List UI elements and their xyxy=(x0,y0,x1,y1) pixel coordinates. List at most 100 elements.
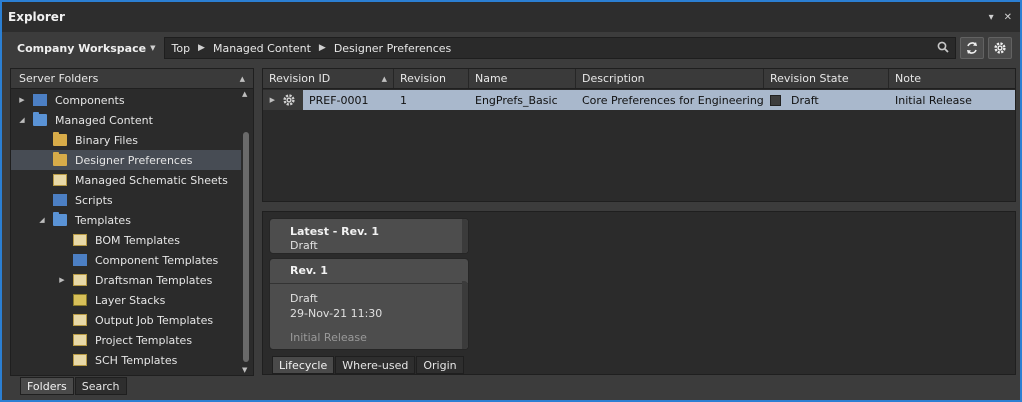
revision-card-note: Initial Release xyxy=(290,331,367,344)
tab-lifecycle[interactable]: Lifecycle xyxy=(272,356,335,374)
cell-revision-id: PREF-0001 xyxy=(309,93,369,107)
scrollbar-thumb[interactable] xyxy=(243,132,249,362)
chevron-down-icon: ▼ xyxy=(150,44,156,52)
lifecycle-view: Latest - Rev. 1 Draft Rev. 1 Draft 29-No… xyxy=(262,211,1016,375)
settings-button[interactable] xyxy=(988,37,1012,59)
card-edge xyxy=(462,219,468,253)
expand-icon[interactable]: ▶ xyxy=(17,96,27,104)
scripts-icon xyxy=(53,194,67,206)
tree-item[interactable]: Scripts xyxy=(11,190,241,210)
preferences-folder-icon xyxy=(53,152,67,166)
cell-revision-state: Draft xyxy=(764,90,889,110)
server-folders-header[interactable]: Server Folders ▲ xyxy=(11,69,253,89)
expand-icon[interactable]: ▶ xyxy=(57,276,67,284)
explorer-window: Explorer ▾ ✕ Company Workspace ▼ Top ▶ M… xyxy=(0,0,1022,402)
tree-item-label: Component Templates xyxy=(95,253,219,267)
breadcrumb-top[interactable]: Top xyxy=(171,42,190,55)
tab-where-used[interactable]: Where-used xyxy=(335,356,416,374)
tree-item[interactable]: Binary Files xyxy=(11,130,241,150)
bom-templates-icon xyxy=(73,234,87,246)
scroll-down-icon[interactable]: ▼ xyxy=(242,366,247,374)
column-revision-state[interactable]: Revision State xyxy=(764,69,889,88)
tree-item[interactable]: Output Job Templates xyxy=(11,310,241,330)
tree-item[interactable]: Component Templates xyxy=(11,250,241,270)
tree-item[interactable]: Layer Stacks xyxy=(11,290,241,310)
cell-description: Core Preferences for Engineering xyxy=(582,93,764,107)
toolbar: Company Workspace ▼ Top ▶ Managed Conten… xyxy=(2,32,1020,64)
tree-item[interactable]: BOM Templates xyxy=(11,230,241,250)
tree-item-label: Designer Preferences xyxy=(75,153,193,167)
latest-revision-state: Draft xyxy=(290,239,318,252)
revisions-grid: Revision ID ▲ Revision Name Description … xyxy=(262,68,1016,202)
state-label: Draft xyxy=(791,93,819,107)
column-label: Revision xyxy=(400,72,446,85)
tab-search[interactable]: Search xyxy=(74,377,127,395)
tree-item[interactable]: ▶ Draftsman Templates xyxy=(11,270,241,290)
collapse-icon[interactable]: ◢ xyxy=(37,216,47,224)
tree-item[interactable]: Managed Schematic Sheets xyxy=(11,170,241,190)
title-bar: Explorer ▾ ✕ xyxy=(2,2,1020,32)
chevron-right-icon: ▶ xyxy=(318,43,326,53)
tree-item-label: Managed Schematic Sheets xyxy=(75,173,228,187)
server-folders-panel: Server Folders ▲ ▶ Components ◢ Managed Con… xyxy=(10,68,254,376)
tree-item-label: BOM Templates xyxy=(95,233,180,247)
grid-header: Revision ID ▲ Revision Name Description … xyxy=(263,69,1015,89)
cell-revision: 1 xyxy=(400,93,407,107)
tree-item-label: Scripts xyxy=(75,193,113,207)
preferences-item-icon xyxy=(282,92,297,108)
revision-card-state: Draft xyxy=(290,292,318,305)
detail-view-tabs: Lifecycle Where-used Origin xyxy=(272,356,464,374)
tree-item[interactable]: Project Templates xyxy=(11,330,241,350)
folder-icon xyxy=(33,112,47,126)
breadcrumb[interactable]: Top ▶ Managed Content ▶ Designer Prefere… xyxy=(164,37,956,59)
cell-name: EngPrefs_Basic xyxy=(475,93,558,107)
tree-item[interactable]: ▶ Components xyxy=(11,90,241,110)
column-name[interactable]: Name xyxy=(469,69,576,88)
tree-item-label: Components xyxy=(55,93,125,107)
tree-item-label: Draftsman Templates xyxy=(95,273,213,287)
chevron-right-icon: ▶ xyxy=(198,43,205,53)
workspace-selector[interactable]: Company Workspace ▼ xyxy=(10,36,162,60)
collapse-icon[interactable]: ◢ xyxy=(17,116,27,124)
refresh-button[interactable] xyxy=(960,37,984,59)
folder-tree-scrollbar[interactable]: ▲ ▼ xyxy=(241,90,251,376)
binary-files-icon xyxy=(53,132,67,146)
search-icon[interactable] xyxy=(937,41,949,56)
column-label: Revision ID xyxy=(269,72,331,85)
tab-folders[interactable]: Folders xyxy=(20,377,74,395)
cell-note: Initial Release xyxy=(895,93,972,107)
tree-item-label: Binary Files xyxy=(75,133,138,147)
pin-menu-icon[interactable]: ▾ xyxy=(989,12,994,23)
sch-templates-icon xyxy=(73,354,87,366)
tab-origin[interactable]: Origin xyxy=(416,356,464,374)
breadcrumb-managed-content[interactable]: Managed Content xyxy=(213,42,311,55)
tree-item[interactable]: ◢ Managed Content xyxy=(11,110,241,130)
scroll-up-icon[interactable]: ▲ xyxy=(242,90,247,98)
project-templates-icon xyxy=(73,334,87,346)
column-note[interactable]: Note xyxy=(889,69,1015,88)
output-job-templates-icon xyxy=(73,314,87,326)
tree-item-label: Managed Content xyxy=(55,113,153,127)
revision-card[interactable]: Rev. 1 Draft 29-Nov-21 11:30 Initial Rel… xyxy=(269,258,469,350)
tree-item-label: SCH Templates xyxy=(95,353,178,367)
row-controls: ▶ xyxy=(263,90,303,110)
sort-ascending-icon: ▲ xyxy=(381,74,387,83)
tree-item[interactable]: Designer Preferences xyxy=(11,150,241,170)
expand-row-icon[interactable]: ▶ xyxy=(263,96,282,104)
components-icon xyxy=(33,94,47,106)
table-row[interactable]: ▶ PREF-0001 1 EngPrefs_Basic Core Prefer… xyxy=(263,90,1015,110)
folder-icon xyxy=(53,212,67,226)
latest-revision-card[interactable]: Latest - Rev. 1 Draft xyxy=(269,218,469,254)
schematic-sheets-icon xyxy=(53,174,67,186)
workspace-label: Company Workspace xyxy=(17,41,147,55)
column-revision[interactable]: Revision xyxy=(394,69,469,88)
breadcrumb-designer-preferences[interactable]: Designer Preferences xyxy=(334,42,451,55)
tree-item[interactable]: ◢ Templates xyxy=(11,210,241,230)
close-icon[interactable]: ✕ xyxy=(1004,12,1012,23)
state-color-swatch xyxy=(770,94,781,106)
column-description[interactable]: Description xyxy=(576,69,764,88)
tree-item[interactable]: SCH Templates xyxy=(11,350,241,370)
column-revision-id[interactable]: Revision ID ▲ xyxy=(263,69,394,88)
tree-item-label: Output Job Templates xyxy=(95,313,214,327)
tree-item-label: Layer Stacks xyxy=(95,293,166,307)
